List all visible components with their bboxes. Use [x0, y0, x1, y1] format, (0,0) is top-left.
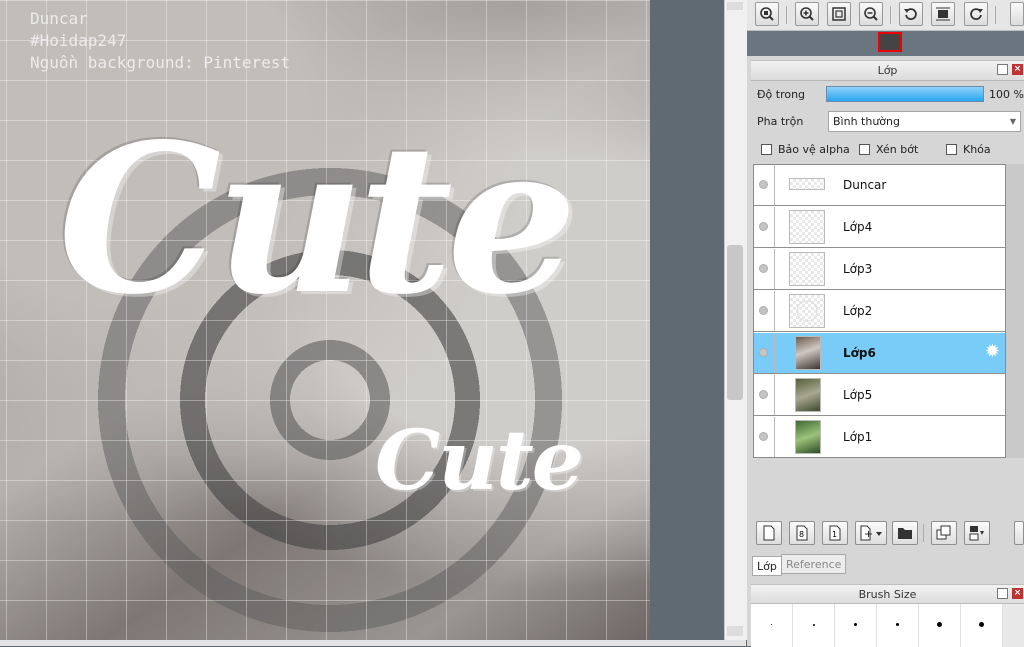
brush-size-presets [751, 603, 1024, 647]
blend-mode-value: Bình thường [833, 115, 900, 128]
layer-name: Duncar [843, 178, 887, 192]
new-1bit-layer-icon[interactable]: 1 [822, 521, 848, 545]
layer-name: Lớp4 [843, 220, 873, 234]
layer-row-lop4[interactable]: Lớp4 [754, 207, 1005, 248]
brush-size-preset[interactable] [793, 604, 835, 647]
fit-window-icon[interactable] [827, 2, 851, 26]
layer-thumbnail [795, 378, 821, 412]
add-layer-menu-icon[interactable] [855, 521, 887, 545]
layer-thumbnail [795, 336, 821, 370]
toolbar-separator [890, 6, 891, 24]
layer-thumbnail [795, 420, 821, 454]
navigator-more-button[interactable] [1010, 2, 1024, 26]
credit-line-author: Duncar [30, 9, 88, 28]
drawing-canvas[interactable]: Duncar #Hoidap247 Nguồn background: Pint… [0, 0, 650, 640]
brush-size-preset[interactable] [751, 604, 793, 647]
merge-down-icon[interactable] [964, 521, 990, 545]
brush-size-preset[interactable] [835, 604, 877, 647]
svg-text:8: 8 [799, 530, 804, 539]
chevron-down-icon: ▼ [1009, 117, 1016, 126]
layer-thumbnail [789, 178, 825, 190]
cute-title-small: Cute [375, 413, 584, 509]
brush-size-preset[interactable] [961, 604, 1003, 647]
workspace-background [650, 0, 722, 640]
lock-checkbox[interactable] [946, 144, 957, 155]
layer-name: Lớp2 [843, 304, 873, 318]
clipping-label: Xén bớt [876, 143, 919, 156]
layer-thumbnail [789, 294, 825, 328]
layer-row-lop1[interactable]: Lớp1 [754, 417, 1005, 458]
tab-reference[interactable]: Reference [781, 554, 847, 574]
actual-size-icon[interactable] [931, 2, 955, 26]
cute-title-large: Cute [58, 100, 577, 340]
new-8bit-layer-icon[interactable]: 8 [789, 521, 815, 545]
layer-list-scroll-area [1006, 164, 1024, 458]
layer-row-duncar[interactable]: Duncar [754, 165, 1005, 206]
brush-size-preset[interactable] [877, 604, 919, 647]
scroll-down-arrow[interactable] [727, 626, 743, 636]
layer-name: Lớp5 [843, 388, 873, 402]
svg-text:1: 1 [832, 530, 837, 539]
layer-row-lop3[interactable]: Lớp3 [754, 249, 1005, 290]
opacity-value: 100 % [989, 88, 1024, 101]
undock-icon[interactable] [997, 64, 1008, 75]
rotate-right-icon[interactable] [964, 2, 988, 26]
opacity-label: Độ trong [757, 88, 806, 101]
visibility-toggle-icon[interactable] [759, 264, 768, 273]
clipping-checkbox[interactable] [859, 144, 870, 155]
scroll-up-arrow[interactable] [727, 2, 743, 10]
visibility-toggle-icon[interactable] [759, 348, 768, 357]
visibility-toggle-icon[interactable] [759, 390, 768, 399]
undock-icon[interactable] [997, 588, 1008, 599]
brush-panel-scrollbar[interactable] [1003, 604, 1024, 647]
layer-list: Duncar Lớp4 Lớp3 Lớp2 Lớp6 ✹ Lớp5 Lớp1 [753, 164, 1006, 458]
close-icon[interactable]: × [1012, 588, 1023, 599]
zoom-in-icon[interactable] [795, 2, 819, 26]
protect-alpha-label: Bảo vệ alpha [778, 143, 850, 156]
brush-size-panel-title: Brush Size [751, 584, 1024, 605]
toolbar-separator [923, 524, 924, 542]
gear-icon[interactable]: ✹ [985, 343, 1000, 361]
zoom-fit-icon[interactable] [755, 2, 779, 26]
close-icon[interactable]: × [1012, 64, 1023, 75]
visibility-toggle-icon[interactable] [759, 222, 768, 231]
visibility-toggle-icon[interactable] [759, 432, 768, 441]
lock-label: Khóa [963, 143, 991, 156]
layer-row-lop6-selected[interactable]: Lớp6 ✹ [754, 333, 1005, 374]
scrollbar-thumb[interactable] [727, 245, 743, 400]
folder-icon[interactable] [892, 521, 918, 545]
visibility-toggle-icon[interactable] [759, 306, 768, 315]
credit-line-source: Nguồn background: Pinterest [30, 53, 291, 72]
layer-row-lop5[interactable]: Lớp5 [754, 375, 1005, 416]
layer-name: Lớp1 [843, 430, 873, 444]
visibility-toggle-icon[interactable] [759, 180, 768, 189]
protect-alpha-checkbox[interactable] [761, 144, 772, 155]
tab-layer[interactable]: Lớp [752, 556, 782, 576]
layer-thumbnail [789, 252, 825, 286]
horizontal-scrollbar[interactable] [0, 640, 746, 646]
layer-name: Lớp3 [843, 262, 873, 276]
blend-mode-select[interactable]: Bình thường ▼ [828, 111, 1021, 132]
new-layer-icon[interactable] [756, 521, 782, 545]
blend-mode-label: Pha trộn [757, 115, 804, 128]
opacity-slider[interactable] [826, 86, 984, 102]
layer-name: Lớp6 [843, 346, 876, 360]
layer-row-lop2[interactable]: Lớp2 [754, 291, 1005, 332]
navigator-preview-thumbnail[interactable] [878, 32, 902, 52]
toolbar-separator [995, 6, 996, 24]
toolbar-separator [786, 6, 787, 24]
credit-line-hashtag: #Hoidap247 [30, 31, 127, 50]
rotate-left-icon[interactable] [899, 2, 923, 26]
layer-thumbnail [789, 210, 825, 244]
delete-layer-button[interactable] [1014, 521, 1024, 545]
layer-panel-title: Lớp [751, 60, 1024, 81]
zoom-out-icon[interactable] [859, 2, 883, 26]
duplicate-layer-icon[interactable] [931, 521, 957, 545]
brush-size-preset[interactable] [919, 604, 961, 647]
